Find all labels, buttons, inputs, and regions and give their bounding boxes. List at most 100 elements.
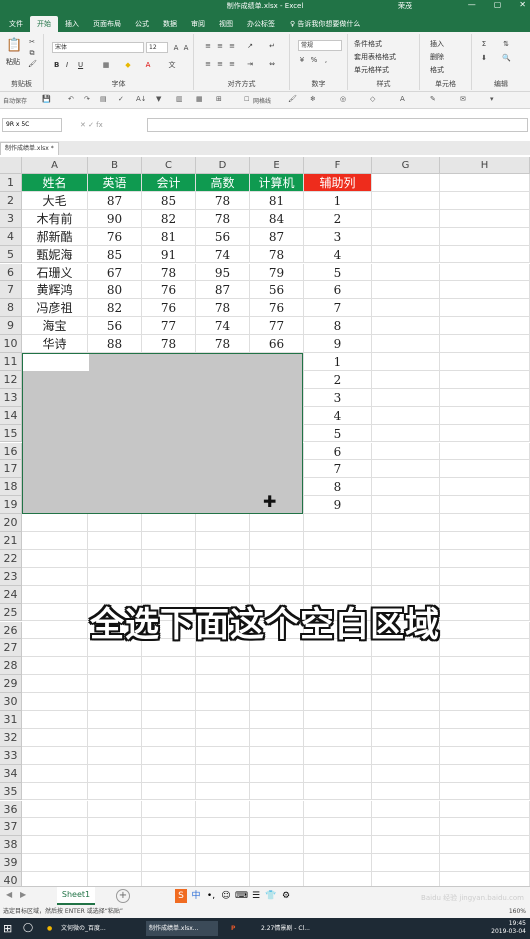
row-header-19[interactable]: 19 [0,496,22,515]
data-cell[interactable]: 85 [88,245,142,264]
empty-cell[interactable] [304,764,372,783]
empty-cell[interactable] [22,657,88,676]
empty-cell[interactable] [440,353,530,371]
column-header-h[interactable]: H [440,157,530,174]
empty-cell[interactable] [250,532,304,550]
autosave-label[interactable]: 自动保存 [3,96,27,105]
data-cell[interactable]: 78 [142,335,196,353]
empty-cell[interactable] [372,836,440,855]
empty-cell[interactable] [372,460,440,479]
camera-icon[interactable]: ◎ [340,95,346,103]
chrome-icon[interactable]: ● [44,921,58,936]
empty-cell[interactable] [142,514,196,532]
row-header-36[interactable]: 36 [0,800,22,819]
select-all-corner[interactable] [0,157,22,174]
empty-cell[interactable] [440,818,530,837]
data-cell[interactable]: 91 [142,245,196,264]
empty-cell[interactable] [88,764,142,783]
table-header-cell[interactable]: 英语 [88,174,142,192]
empty-cell[interactable] [250,657,304,676]
row-header-15[interactable]: 15 [0,424,22,443]
data-cell[interactable]: 石珊义 [22,263,88,282]
row-header-17[interactable]: 17 [0,460,22,479]
empty-cell[interactable] [250,549,304,568]
scroll-left-icon[interactable]: ◀ [6,890,12,899]
row-header-31[interactable]: 31 [0,711,22,729]
empty-cell[interactable] [142,800,196,819]
sogou-icon[interactable]: S [175,889,187,903]
empty-cell[interactable] [304,746,372,765]
empty-cell[interactable] [250,693,304,711]
italic-button[interactable]: I [66,61,68,70]
document-tab[interactable]: 制作成绩单.xlsx * [0,142,59,155]
helper-cell[interactable]: 8 [304,478,372,497]
data-cell[interactable]: 87 [250,227,304,246]
empty-cell[interactable] [250,872,304,886]
empty-cell[interactable] [372,872,440,886]
empty-cell[interactable] [142,764,196,783]
empty-cell[interactable] [440,746,530,765]
empty-cell[interactable] [440,245,530,264]
empty-cell[interactable] [440,728,530,747]
data-cell[interactable]: 77 [142,317,196,336]
empty-cell[interactable] [196,675,250,694]
row-header-5[interactable]: 5 [0,245,22,264]
align-top-icon[interactable]: ≡ [204,42,212,50]
empty-cell[interactable] [372,424,440,443]
empty-cell[interactable] [22,675,88,694]
empty-cell[interactable] [22,818,88,837]
empty-cell[interactable] [372,782,440,801]
align-middle-icon[interactable]: ≡ [216,42,224,50]
skin-icon[interactable]: 👕 [265,889,277,903]
empty-cell[interactable] [440,532,530,550]
chart-icon[interactable]: ▥ [176,95,183,103]
empty-cell[interactable] [372,657,440,676]
empty-cell[interactable] [196,854,250,873]
data-cell[interactable]: 黄辉鸿 [22,281,88,300]
empty-cell[interactable] [22,693,88,711]
empty-cell[interactable] [440,657,530,676]
empty-cell[interactable] [372,263,440,282]
data-cell[interactable]: 74 [196,317,250,336]
empty-cell[interactable] [372,227,440,246]
empty-cell[interactable] [372,388,440,407]
empty-cell[interactable] [196,693,250,711]
row-header-23[interactable]: 23 [0,567,22,586]
empty-cell[interactable] [372,335,440,353]
row-header-14[interactable]: 14 [0,406,22,425]
tab-file[interactable]: 文件 [2,16,30,32]
empty-cell[interactable] [88,514,142,532]
row-header-4[interactable]: 4 [0,227,22,246]
align-center-icon[interactable]: ≡ [216,60,224,68]
border-icon[interactable]: ▦ [102,61,110,69]
data-cell[interactable]: 78 [250,245,304,264]
data-cell[interactable]: 80 [88,281,142,300]
empty-cell[interactable] [22,549,88,568]
tab-home[interactable]: 开始 [30,16,58,32]
empty-cell[interactable] [440,478,530,497]
empty-cell[interactable] [22,800,88,819]
data-cell[interactable]: 78 [196,209,250,228]
empty-cell[interactable] [304,532,372,550]
data-cell[interactable]: 78 [196,191,250,210]
row-header-39[interactable]: 39 [0,854,22,873]
empty-cell[interactable] [250,764,304,783]
font-name-select[interactable]: 宋体 [52,42,144,53]
empty-cell[interactable] [440,317,530,336]
minimize-icon[interactable]: — [468,0,476,9]
sort-filter-icon[interactable]: ⇅ [502,40,510,48]
chinese-mode-icon[interactable]: 中 [190,889,202,903]
data-cell[interactable]: 郝新酷 [22,227,88,246]
taskbar-excel[interactable]: 制作成绩单.xlsx... [146,921,218,936]
empty-cell[interactable] [88,782,142,801]
empty-cell[interactable] [440,388,530,407]
table-header-cell[interactable]: 姓名 [22,174,88,192]
table-header-cell[interactable]: 会计 [142,174,196,192]
empty-cell[interactable] [440,191,530,210]
punctuation-icon[interactable]: •, [205,889,217,903]
empty-cell[interactable] [196,746,250,765]
empty-cell[interactable] [22,728,88,747]
formula-input[interactable] [147,118,528,132]
bold-button[interactable]: B [54,61,59,70]
row-header-29[interactable]: 29 [0,675,22,694]
